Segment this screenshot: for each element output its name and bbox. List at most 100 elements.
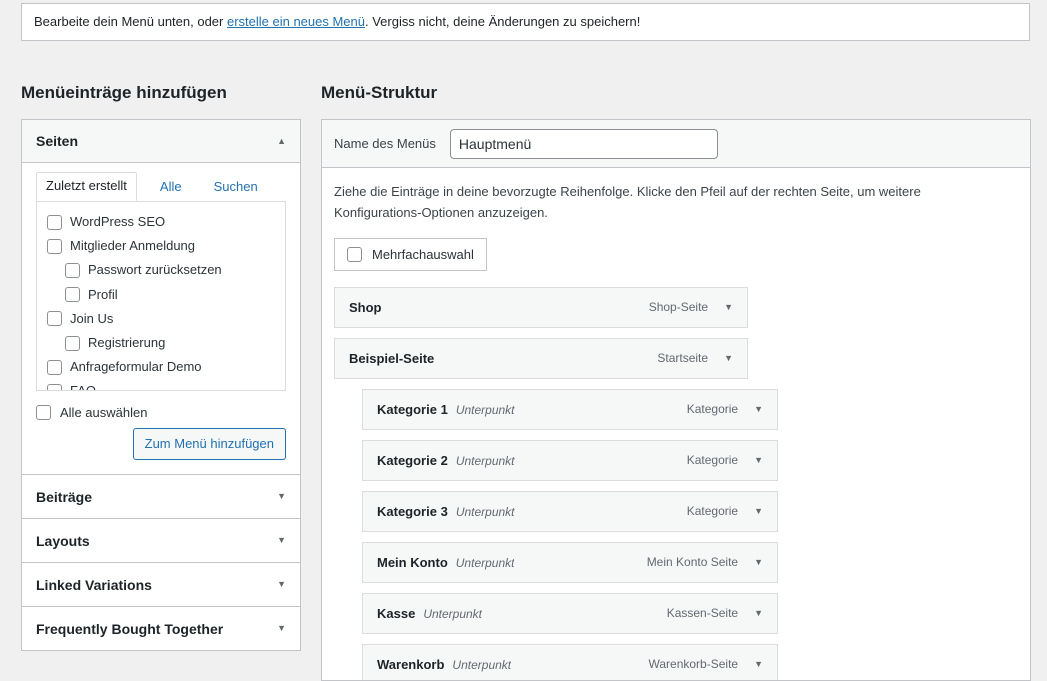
- tab-alle[interactable]: Alle: [151, 174, 191, 201]
- list-item[interactable]: Passwort zurücksetzen: [47, 258, 275, 282]
- menu-name-input[interactable]: [450, 129, 718, 159]
- menu-item-row[interactable]: Shop Shop-Seite ▼: [334, 287, 748, 328]
- list-item[interactable]: Mitglieder Anmeldung: [47, 234, 275, 258]
- menu-item-labels: Mein Konto Unterpunkt: [377, 555, 514, 570]
- menu-item-type: Kategorie: [687, 453, 738, 467]
- bulk-select-checkbox[interactable]: [347, 247, 362, 262]
- drag-hint-text: Ziehe die Einträge in deine bevorzugte R…: [334, 182, 974, 224]
- bulk-select-box[interactable]: Mehrfachauswahl: [334, 238, 487, 271]
- menu-item-title: Kategorie 1: [377, 402, 448, 417]
- menu-item-row[interactable]: Warenkorb Unterpunkt Warenkorb-Seite ▼: [362, 644, 778, 681]
- checkbox-icon[interactable]: [47, 360, 62, 375]
- accordion-header-linked-variations[interactable]: Linked Variations ▼: [22, 563, 300, 606]
- add-to-menu-button-row: Zum Menü hinzufügen: [36, 428, 286, 460]
- menu-item-labels: Beispiel-Seite: [349, 351, 442, 366]
- chevron-down-icon[interactable]: ▼: [724, 354, 733, 363]
- accordion-header-pages[interactable]: Seiten ▲: [22, 120, 300, 163]
- chevron-down-icon[interactable]: ▼: [754, 558, 763, 567]
- chevron-down-icon[interactable]: ▼: [724, 303, 733, 312]
- menu-name-bar: Name des Menüs: [322, 120, 1030, 168]
- menu-item-row[interactable]: Beispiel-Seite Startseite ▼: [334, 338, 748, 379]
- chevron-down-icon[interactable]: ▼: [754, 507, 763, 516]
- menu-item-title: Shop: [349, 300, 382, 315]
- chevron-down-icon[interactable]: ▼: [277, 536, 286, 545]
- accordion-header-beitraege[interactable]: Beiträge ▼: [22, 475, 300, 518]
- menu-item-row[interactable]: Mein Konto Unterpunkt Mein Konto Seite ▼: [362, 542, 778, 583]
- menu-item-title: Kategorie 3: [377, 504, 448, 519]
- menu-item-labels: Shop: [349, 300, 390, 315]
- menu-item-type: Shop-Seite: [649, 300, 708, 314]
- accordion-beitraege: Beiträge ▼: [21, 474, 301, 518]
- checkbox-icon[interactable]: [47, 215, 62, 230]
- checkbox-icon[interactable]: [65, 287, 80, 302]
- list-item[interactable]: WordPress SEO: [47, 210, 275, 234]
- checkbox-icon[interactable]: [47, 384, 62, 391]
- accordion-title-linked-variations: Linked Variations: [36, 577, 152, 593]
- menu-item-title: Kasse: [377, 606, 415, 621]
- notice-text-before: Bearbeite dein Menü unten, oder: [34, 14, 227, 29]
- chevron-down-icon[interactable]: ▼: [277, 624, 286, 633]
- select-all-checkbox[interactable]: [36, 405, 51, 420]
- create-new-menu-link[interactable]: erstelle ein neues Menü: [227, 14, 365, 29]
- chevron-down-icon[interactable]: ▼: [754, 456, 763, 465]
- list-item[interactable]: Profil: [47, 283, 275, 307]
- notice-text-after: . Vergiss nicht, deine Änderungen zu spe…: [365, 14, 640, 29]
- tab-zuletzt-erstellt[interactable]: Zuletzt erstellt: [36, 172, 137, 201]
- menu-item-meta: Shop-Seite ▼: [649, 300, 733, 314]
- add-to-menu-button[interactable]: Zum Menü hinzufügen: [133, 428, 286, 460]
- menu-item-meta: Mein Konto Seite ▼: [647, 555, 763, 569]
- checkbox-icon[interactable]: [47, 239, 62, 254]
- menu-item-subtitle: Unterpunkt: [456, 403, 515, 417]
- menu-item-meta: Kassen-Seite ▼: [667, 606, 763, 620]
- menu-item-meta: Startseite ▼: [657, 351, 733, 365]
- accordion-title-pages: Seiten: [36, 133, 78, 149]
- menu-item-labels: Kategorie 3 Unterpunkt: [377, 504, 515, 519]
- list-item[interactable]: Registrierung: [47, 331, 275, 355]
- accordion-header-frequently-bought-together[interactable]: Frequently Bought Together ▼: [22, 607, 300, 650]
- select-all-row[interactable]: Alle auswählen: [36, 405, 286, 420]
- checkbox-icon[interactable]: [47, 311, 62, 326]
- tab-suchen[interactable]: Suchen: [205, 174, 267, 201]
- menu-item-row[interactable]: Kategorie 1 Unterpunkt Kategorie ▼: [362, 389, 778, 430]
- menu-item-meta: Kategorie ▼: [687, 504, 763, 518]
- menu-item-row[interactable]: Kategorie 3 Unterpunkt Kategorie ▼: [362, 491, 778, 532]
- accordion-layouts: Layouts ▼: [21, 518, 301, 562]
- chevron-down-icon[interactable]: ▼: [754, 405, 763, 414]
- menu-item-meta: Kategorie ▼: [687, 402, 763, 416]
- accordion-title-beitraege: Beiträge: [36, 489, 92, 505]
- menu-item-type: Kassen-Seite: [667, 606, 738, 620]
- accordion-body-pages: Zuletzt erstellt Alle Suchen WordPress S…: [22, 163, 300, 474]
- list-item[interactable]: Anfrageformular Demo: [47, 355, 275, 379]
- pages-checkbox-list: WordPress SEO Mitglieder Anmeldung Passw…: [36, 201, 286, 391]
- menu-notice: Bearbeite dein Menü unten, oder erstelle…: [21, 3, 1030, 41]
- chevron-down-icon[interactable]: ▼: [277, 492, 286, 501]
- list-item[interactable]: Join Us: [47, 307, 275, 331]
- page-title-menu-structure: Menü-Struktur: [321, 83, 437, 103]
- menu-item-row[interactable]: Kategorie 2 Unterpunkt Kategorie ▼: [362, 440, 778, 481]
- list-item-label: Profil: [88, 286, 118, 304]
- page-title-add-items: Menüeinträge hinzufügen: [21, 83, 227, 103]
- menu-item-labels: Warenkorb Unterpunkt: [377, 657, 511, 672]
- list-item-label: Mitglieder Anmeldung: [70, 237, 195, 255]
- accordion-header-layouts[interactable]: Layouts ▼: [22, 519, 300, 562]
- menu-item-subtitle: Unterpunkt: [452, 658, 511, 672]
- menu-item-type: Kategorie: [687, 402, 738, 416]
- chevron-down-icon[interactable]: ▼: [277, 580, 286, 589]
- menu-item-subtitle: Unterpunkt: [423, 607, 482, 621]
- menu-item-title: Beispiel-Seite: [349, 351, 434, 366]
- notice-text: Bearbeite dein Menü unten, oder erstelle…: [34, 12, 640, 32]
- chevron-down-icon[interactable]: ▼: [754, 609, 763, 618]
- menu-items-list: Shop Shop-Seite ▼ Beispiel-Seite Startse…: [334, 287, 1018, 681]
- menu-item-subtitle: Unterpunkt: [456, 556, 515, 570]
- menu-item-title: Warenkorb: [377, 657, 444, 672]
- menu-item-row[interactable]: Kasse Unterpunkt Kassen-Seite ▼: [362, 593, 778, 634]
- chevron-down-icon[interactable]: ▼: [754, 660, 763, 669]
- list-item-label: Anfrageformular Demo: [70, 358, 202, 376]
- menu-item-title: Kategorie 2: [377, 453, 448, 468]
- checkbox-icon[interactable]: [65, 263, 80, 278]
- checkbox-icon[interactable]: [65, 336, 80, 351]
- list-item[interactable]: FAQ: [47, 379, 275, 391]
- chevron-up-icon[interactable]: ▲: [277, 137, 286, 146]
- accordion-title-frequently-bought-together: Frequently Bought Together: [36, 621, 223, 637]
- menu-item-type: Mein Konto Seite: [647, 555, 738, 569]
